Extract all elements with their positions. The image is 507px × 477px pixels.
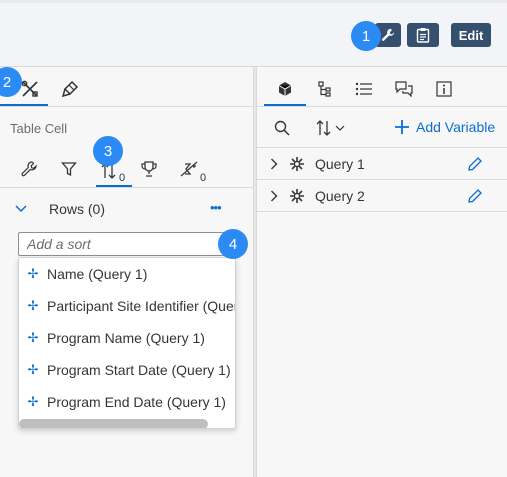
search-button[interactable]: [272, 118, 292, 138]
search-icon: [274, 120, 290, 136]
section-title: Table Cell: [10, 121, 68, 136]
calculations-subtab[interactable]: [178, 158, 200, 180]
clipboard-toolbar-button[interactable]: [407, 23, 439, 47]
query-icon: [290, 189, 304, 203]
list-item[interactable]: ✢ Program Name (Query 1): [19, 322, 235, 354]
hierarchy-icon: [318, 81, 331, 97]
query-icon: [290, 157, 304, 171]
chevron-right-icon: [271, 190, 278, 202]
more-options-button[interactable]: •••: [210, 200, 222, 215]
add-sort-combobox[interactable]: [18, 232, 236, 256]
query-label: Query 2: [315, 188, 365, 204]
tab-list[interactable]: [353, 78, 375, 100]
sort-menu-button[interactable]: [313, 118, 347, 138]
wrench-icon: [381, 28, 395, 41]
tab-hierarchy[interactable]: [314, 78, 336, 100]
step-badge-4: 4: [218, 229, 248, 259]
edit-query-button[interactable]: [466, 187, 484, 205]
list-item-label: Program Start Date (Query 1): [47, 362, 231, 378]
list-item[interactable]: ✢ Program Start Date (Query 1): [19, 354, 235, 386]
info-icon: [436, 81, 452, 97]
filter-icon: [61, 162, 77, 177]
dimension-icon: ✢: [27, 266, 39, 281]
dimension-icon: ✢: [27, 298, 39, 313]
rows-collapse-toggle[interactable]: [14, 202, 28, 216]
clipboard-icon: [416, 28, 430, 43]
cube-icon: [278, 82, 292, 96]
subtab-divider: [0, 187, 253, 188]
tab-data[interactable]: [274, 78, 296, 100]
plus-icon: [395, 120, 409, 134]
trophy-icon: [141, 161, 157, 177]
dimension-icon: ✢: [27, 362, 39, 377]
list-item[interactable]: ✢ Name (Query 1): [19, 258, 235, 290]
edit-query-button[interactable]: [466, 155, 484, 173]
list-item-label: Program End Date (Query 1): [47, 394, 226, 410]
tab-info[interactable]: [433, 78, 455, 100]
styling-tab[interactable]: [54, 74, 86, 104]
chevron-right-icon: [271, 158, 278, 170]
sort-count: 0: [119, 172, 126, 184]
list-icon: [355, 82, 372, 96]
comments-icon: [395, 81, 413, 97]
list-item-label: Program Name (Query 1): [47, 330, 205, 346]
sort-icon: [316, 120, 331, 136]
builder-tools-icon: [21, 80, 38, 97]
calculation-icon: [180, 161, 198, 177]
rows-label: Rows (0): [49, 201, 106, 217]
styling-brush-icon: [61, 80, 79, 98]
add-variable-label: Add Variable: [416, 119, 496, 135]
filter-subtab[interactable]: [58, 158, 80, 180]
query-list-bottom-divider: [257, 211, 507, 212]
ranking-subtab[interactable]: [138, 158, 160, 180]
list-item[interactable]: ✢ Program End Date (Query 1): [19, 386, 235, 418]
tab-comments[interactable]: [393, 78, 415, 100]
sort-options-dropdown: ✢ Name (Query 1) ✢ Participant Site Iden…: [18, 257, 236, 429]
add-variable-button[interactable]: Add Variable: [395, 119, 495, 135]
step-badge-3: 3: [93, 136, 123, 166]
pencil-icon: [468, 157, 482, 171]
list-item-label: Participant Site Identifier (Query 1): [47, 298, 235, 314]
dimension-icon: ✢: [27, 394, 39, 409]
chevron-down-icon: [15, 205, 27, 213]
pencil-icon: [468, 189, 482, 203]
list-item[interactable]: ✢ Participant Site Identifier (Query 1): [19, 290, 235, 322]
list-item-label: Name (Query 1): [47, 266, 148, 282]
properties-subtab[interactable]: [18, 158, 40, 180]
toolbar-top-border: [0, 0, 507, 3]
calculation-count: 0: [200, 172, 207, 184]
step-badge-1: 1: [351, 21, 381, 51]
dimension-icon: ✢: [27, 330, 39, 345]
edit-button[interactable]: Edit: [451, 23, 491, 47]
query-label: Query 1: [315, 156, 365, 172]
right-tab-divider: [257, 106, 507, 107]
horizontal-scrollbar[interactable]: [19, 419, 208, 428]
wrench-icon: [21, 161, 37, 177]
chevron-down-icon: [335, 125, 345, 131]
left-tab-divider: [0, 106, 253, 107]
add-sort-input[interactable]: [19, 233, 209, 255]
